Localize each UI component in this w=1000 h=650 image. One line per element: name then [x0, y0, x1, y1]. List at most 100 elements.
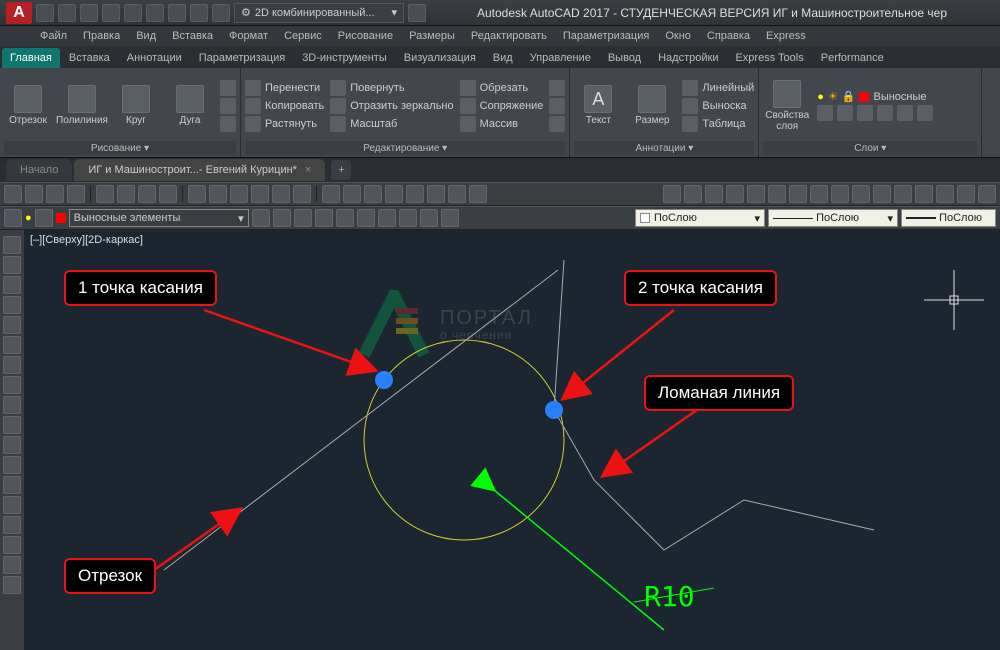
- tb1-btn[interactable]: [936, 185, 954, 203]
- tb1-btn[interactable]: [4, 185, 22, 203]
- ltool-revcloud-icon[interactable]: [3, 376, 21, 394]
- drawing-canvas[interactable]: [–][Сверху][2D-каркас] ПОРТАЛ о черчении: [24, 230, 1000, 650]
- menu-insert[interactable]: Вставка: [172, 30, 213, 42]
- panel-layer-title[interactable]: Слои ▾: [763, 141, 977, 155]
- tb2-btn[interactable]: [273, 209, 291, 227]
- tab-parametric[interactable]: Параметризация: [191, 48, 293, 68]
- tool-erase[interactable]: [549, 80, 565, 96]
- tool-scale[interactable]: Масштаб: [330, 116, 453, 132]
- tab-express[interactable]: Express Tools: [727, 48, 811, 68]
- tool-fillet[interactable]: Сопряжение: [460, 98, 544, 114]
- tool-leader[interactable]: Выноска: [682, 98, 754, 114]
- menu-dim[interactable]: Размеры: [409, 30, 455, 42]
- tb1-btn[interactable]: [159, 185, 177, 203]
- qat-redo-icon[interactable]: [168, 4, 186, 22]
- tool-line[interactable]: Отрезок: [4, 85, 52, 126]
- tb2-btn[interactable]: [4, 209, 22, 227]
- tb1-btn[interactable]: [67, 185, 85, 203]
- tb1-btn[interactable]: [25, 185, 43, 203]
- tool-linear[interactable]: Линейный: [682, 80, 754, 96]
- tb1-btn[interactable]: [957, 185, 975, 203]
- tb2-btn[interactable]: [441, 209, 459, 227]
- tab-performance[interactable]: Performance: [813, 48, 892, 68]
- tb2-btn[interactable]: [336, 209, 354, 227]
- ltool-polygon-icon[interactable]: [3, 296, 21, 314]
- tb1-btn[interactable]: [789, 185, 807, 203]
- tab-home[interactable]: Главная: [2, 48, 60, 68]
- tb1-btn[interactable]: [188, 185, 206, 203]
- qat-open-icon[interactable]: [58, 4, 76, 22]
- tb1-btn[interactable]: [894, 185, 912, 203]
- panel-modify-title[interactable]: Редактирование ▾: [245, 141, 565, 155]
- tb1-btn[interactable]: [663, 185, 681, 203]
- tb1-btn[interactable]: [293, 185, 311, 203]
- tb1-btn[interactable]: [406, 185, 424, 203]
- tb1-btn[interactable]: [46, 185, 64, 203]
- tool-rotate[interactable]: Повернуть: [330, 80, 453, 96]
- qat-plot-icon[interactable]: [124, 4, 142, 22]
- tb1-btn[interactable]: [251, 185, 269, 203]
- tab-active-file[interactable]: ИГ и Машиностроит...- Евгений Курицин*×: [74, 159, 325, 181]
- tb1-btn[interactable]: [209, 185, 227, 203]
- tb1-btn[interactable]: [364, 185, 382, 203]
- tab-start[interactable]: Начало: [6, 159, 72, 181]
- tab-3d[interactable]: 3D-инструменты: [294, 48, 395, 68]
- tab-addons[interactable]: Надстройки: [650, 48, 726, 68]
- tb1-btn[interactable]: [768, 185, 786, 203]
- close-icon[interactable]: ×: [305, 164, 311, 176]
- tb1-btn[interactable]: [852, 185, 870, 203]
- tb1-btn[interactable]: [873, 185, 891, 203]
- tool-spline[interactable]: [220, 80, 236, 96]
- tool-dimension[interactable]: Размер: [628, 85, 676, 126]
- tb1-btn[interactable]: [726, 185, 744, 203]
- ltool-circle-icon[interactable]: [3, 356, 21, 374]
- tool-stretch[interactable]: Растянуть: [245, 116, 324, 132]
- ltool-block-icon[interactable]: [3, 436, 21, 454]
- tool-move[interactable]: Перенести: [245, 80, 324, 96]
- tb1-btn[interactable]: [915, 185, 933, 203]
- tool-offset[interactable]: [549, 116, 565, 132]
- menu-window[interactable]: Окно: [665, 30, 691, 42]
- menu-format[interactable]: Формат: [229, 30, 268, 42]
- tool-trim[interactable]: Обрезать: [460, 80, 544, 96]
- tb1-btn[interactable]: [810, 185, 828, 203]
- tb1-btn[interactable]: [138, 185, 156, 203]
- tb1-btn[interactable]: [427, 185, 445, 203]
- tool-explode[interactable]: [549, 98, 565, 114]
- ltool-rect-icon[interactable]: [3, 316, 21, 334]
- tool-text[interactable]: AТекст: [574, 85, 622, 126]
- ltool-mtext-icon[interactable]: [3, 576, 21, 594]
- tb2-btn[interactable]: [252, 209, 270, 227]
- tb2-btn[interactable]: [378, 209, 396, 227]
- ltool-point-icon[interactable]: [3, 456, 21, 474]
- ltool-ray-icon[interactable]: [3, 256, 21, 274]
- tool-arc[interactable]: Дуга: [166, 85, 214, 126]
- tool-copy[interactable]: Копировать: [245, 98, 324, 114]
- panel-draw-title[interactable]: Рисование ▾: [4, 141, 236, 155]
- qat-save-icon[interactable]: [80, 4, 98, 22]
- tool-ellipse[interactable]: [220, 98, 236, 114]
- menu-param[interactable]: Параметризация: [563, 30, 649, 42]
- tb2-btn[interactable]: [357, 209, 375, 227]
- ltool-hatch-icon[interactable]: [3, 476, 21, 494]
- ltool-gradient-icon[interactable]: [3, 496, 21, 514]
- ltool-ellipse-icon[interactable]: [3, 416, 21, 434]
- qat-new-icon[interactable]: [36, 4, 54, 22]
- tab-annotate[interactable]: Аннотации: [119, 48, 190, 68]
- tb1-btn[interactable]: [448, 185, 466, 203]
- tb1-btn[interactable]: [747, 185, 765, 203]
- app-logo[interactable]: A: [6, 2, 32, 24]
- workspace-selector[interactable]: ⚙ 2D комбинированный... ▾: [234, 3, 404, 23]
- menu-tools[interactable]: Сервис: [284, 30, 322, 42]
- tb2-btn[interactable]: [315, 209, 333, 227]
- layer-state-row[interactable]: ●☀🔒Выносные: [817, 90, 977, 103]
- qat-print-icon[interactable]: [190, 4, 208, 22]
- menu-draw[interactable]: Рисование: [338, 30, 393, 42]
- menu-edit[interactable]: Правка: [83, 30, 120, 42]
- tb2-btn[interactable]: [294, 209, 312, 227]
- linetype-combo[interactable]: ПоСлою▾: [768, 209, 898, 227]
- tb2-btn[interactable]: [399, 209, 417, 227]
- tool-layer-props[interactable]: Свойства слоя: [763, 80, 811, 132]
- tab-view[interactable]: Вид: [485, 48, 521, 68]
- tb1-btn[interactable]: [96, 185, 114, 203]
